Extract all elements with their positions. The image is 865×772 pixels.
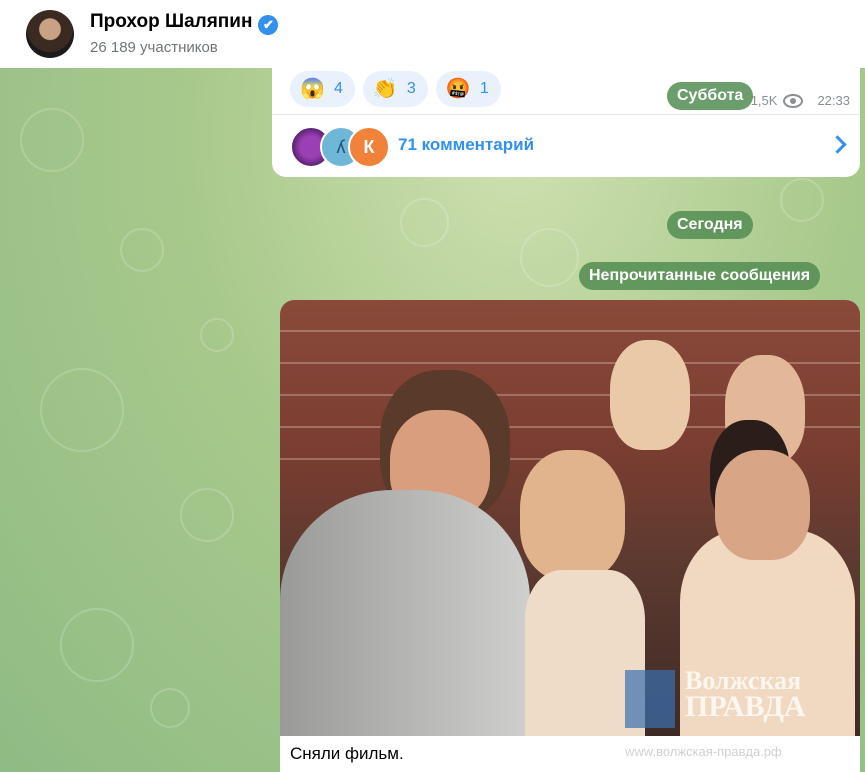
post-photo[interactable]: Волжская ПРАВДА	[280, 300, 860, 736]
channel-name: Прохор Шаляпин	[90, 11, 253, 32]
channel-title[interactable]: Прохор Шаляпин ✔	[90, 11, 279, 35]
verified-badge-icon: ✔	[258, 15, 279, 35]
comments-button[interactable]: ʎ К 71 комментарий	[272, 115, 860, 177]
message-meta: 1,5K 22:33	[751, 93, 850, 108]
reaction-count: 1	[479, 80, 489, 97]
cursing-emoji-icon: 🤬	[445, 78, 471, 100]
comments-label: 71 комментарий	[398, 135, 535, 154]
newspaper-logo-icon	[625, 670, 675, 728]
chevron-right-icon	[828, 135, 847, 154]
post-caption: Сняли фильм.	[290, 744, 404, 763]
previous-message-bubble: 😱 4 👏 3 🤬 1 1,5K 22:33 ʎ К 71 комментари…	[272, 62, 860, 177]
photo-message-bubble: Волжская ПРАВДА Сняли фильм. www.волжска…	[280, 300, 860, 772]
views-count: 1,5K	[750, 93, 778, 108]
clap-emoji-icon: 👏	[372, 78, 398, 100]
watermark-line2: ПРАВДА	[685, 690, 806, 723]
unread-separator: Непрочитанные сообщения	[579, 262, 821, 290]
members-count: 26 189 участников	[90, 39, 218, 56]
reactions-bar: 😱 4 👏 3 🤬 1	[290, 71, 501, 107]
date-pill-saturday: Суббота	[667, 82, 754, 110]
date-pill-today: Сегодня	[667, 211, 753, 239]
reaction-count: 3	[406, 80, 416, 97]
reaction-cursing[interactable]: 🤬 1	[435, 71, 501, 107]
watermark-url: www.волжская-правда.рф	[625, 744, 782, 759]
reaction-clap[interactable]: 👏 3	[362, 71, 428, 107]
scream-emoji-icon: 😱	[300, 78, 325, 100]
chat-header: Прохор Шаляпин ✔ 26 189 участников	[0, 0, 865, 68]
eye-icon	[783, 93, 804, 108]
reaction-count: 4	[334, 80, 343, 97]
message-time: 22:33	[817, 93, 850, 108]
reaction-scream[interactable]: 😱 4	[290, 71, 355, 107]
channel-avatar[interactable]	[26, 10, 74, 58]
watermark: Волжская ПРАВДА	[685, 668, 806, 723]
commenter-avatar: К	[348, 126, 390, 168]
